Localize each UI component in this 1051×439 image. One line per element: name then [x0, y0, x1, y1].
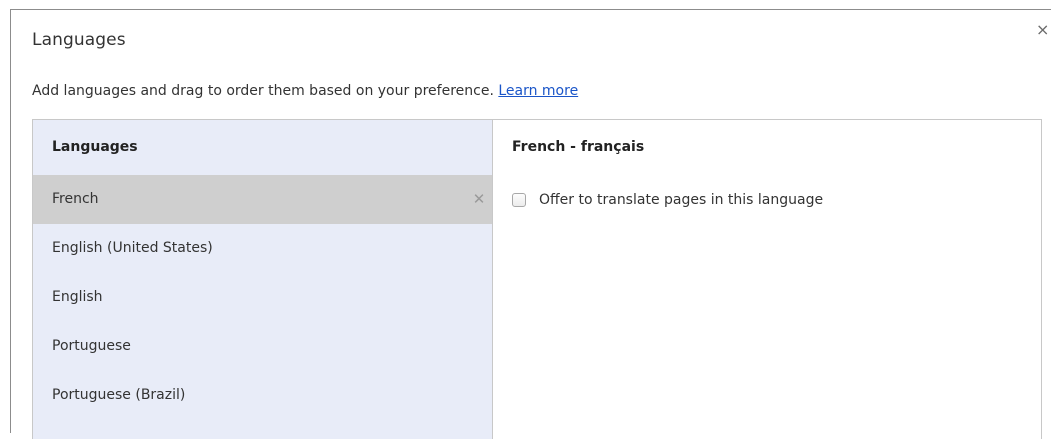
detail-title: French - français — [512, 139, 645, 155]
language-item-english-us[interactable]: English (United States) — [33, 224, 492, 273]
translate-checkbox[interactable] — [512, 193, 526, 207]
description-text: Add languages and drag to order them bas… — [32, 83, 494, 99]
language-item-portuguese-brazil[interactable]: Portuguese (Brazil) — [33, 371, 492, 420]
language-item-portuguese[interactable]: Portuguese — [33, 322, 492, 371]
close-icon[interactable]: × — [1036, 21, 1051, 39]
language-item-english[interactable]: English — [33, 273, 492, 322]
remove-icon[interactable]: ✕ — [470, 175, 488, 224]
description: Add languages and drag to order them bas… — [32, 83, 578, 99]
language-item-label: French — [52, 191, 99, 207]
language-detail: French - français Offer to translate pag… — [493, 120, 1041, 439]
language-item-label: English (United States) — [52, 240, 213, 256]
language-item-label: Portuguese (Brazil) — [52, 387, 186, 403]
language-item-label: Portuguese — [52, 338, 131, 354]
translate-label: Offer to translate pages in this languag… — [539, 192, 824, 208]
language-item-french[interactable]: French ✕ — [33, 175, 492, 224]
translate-option[interactable]: Offer to translate pages in this languag… — [512, 190, 823, 210]
dialog-title: Languages — [32, 30, 126, 50]
learn-more-link[interactable]: Learn more — [498, 83, 578, 99]
language-item-label: English — [52, 289, 103, 305]
language-list: Languages French ✕ English (United State… — [33, 120, 493, 439]
languages-dialog: Languages × Add languages and drag to or… — [10, 9, 1051, 439]
language-list-header: Languages — [52, 139, 138, 155]
languages-panel: Languages French ✕ English (United State… — [32, 119, 1042, 439]
